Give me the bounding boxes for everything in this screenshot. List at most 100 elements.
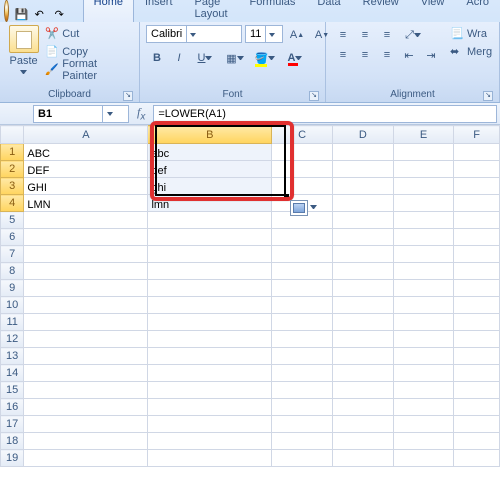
row-header-10[interactable]: 10 — [1, 297, 24, 314]
row-header-7[interactable]: 7 — [1, 246, 24, 263]
col-header-B[interactable]: B — [148, 126, 272, 144]
cell-A2[interactable]: DEF — [24, 161, 148, 178]
autofill-options-button[interactable] — [290, 200, 308, 216]
cell-E14[interactable] — [393, 365, 454, 382]
cell-B19[interactable] — [148, 450, 272, 467]
row-header-18[interactable]: 18 — [1, 433, 24, 450]
wrap-text-button[interactable]: 📃Wra — [450, 25, 492, 43]
align-left-button[interactable]: ≡ — [332, 45, 354, 65]
fx-icon[interactable]: fx — [131, 105, 151, 122]
cell-B3[interactable]: ghi — [148, 178, 272, 195]
cell-C7[interactable] — [272, 246, 333, 263]
cell-D5[interactable] — [332, 212, 393, 229]
align-right-button[interactable]: ≡ — [376, 45, 398, 65]
tab-view[interactable]: View — [410, 0, 456, 22]
cell-F1[interactable] — [454, 144, 500, 161]
cell-B2[interactable]: def — [148, 161, 272, 178]
cell-B8[interactable] — [148, 263, 272, 280]
col-header-C[interactable]: C — [272, 126, 333, 144]
cell-B15[interactable] — [148, 382, 272, 399]
orientation-button[interactable]: ⤢ — [398, 25, 428, 45]
cell-C10[interactable] — [272, 297, 333, 314]
cell-B17[interactable] — [148, 416, 272, 433]
cell-A13[interactable] — [24, 348, 148, 365]
cell-E9[interactable] — [393, 280, 454, 297]
merge-center-button[interactable]: ⬌Merg — [450, 43, 492, 61]
cell-F7[interactable] — [454, 246, 500, 263]
cell-F16[interactable] — [454, 399, 500, 416]
border-button[interactable]: ▦ — [220, 48, 250, 68]
cell-B12[interactable] — [148, 331, 272, 348]
cell-B13[interactable] — [148, 348, 272, 365]
cell-C1[interactable] — [272, 144, 333, 161]
cell-D13[interactable] — [332, 348, 393, 365]
cell-F4[interactable] — [454, 195, 500, 212]
cell-D12[interactable] — [332, 331, 393, 348]
tab-acro[interactable]: Acro — [455, 0, 500, 22]
cell-A14[interactable] — [24, 365, 148, 382]
cell-E1[interactable] — [393, 144, 454, 161]
align-center-button[interactable]: ≡ — [354, 45, 376, 65]
cell-A5[interactable] — [24, 212, 148, 229]
align-top-button[interactable]: ≡ — [332, 25, 354, 45]
cell-E6[interactable] — [393, 229, 454, 246]
row-header-9[interactable]: 9 — [1, 280, 24, 297]
row-header-19[interactable]: 19 — [1, 450, 24, 467]
cell-A7[interactable] — [24, 246, 148, 263]
cell-A1[interactable]: ABC — [24, 144, 148, 161]
cell-F9[interactable] — [454, 280, 500, 297]
cell-E5[interactable] — [393, 212, 454, 229]
grow-font-button[interactable]: A▲ — [286, 25, 308, 45]
cell-E12[interactable] — [393, 331, 454, 348]
tab-home[interactable]: Home — [83, 0, 134, 22]
format-painter-button[interactable]: 🖌️Format Painter — [45, 61, 133, 79]
cell-C3[interactable] — [272, 178, 333, 195]
cell-F13[interactable] — [454, 348, 500, 365]
row-header-8[interactable]: 8 — [1, 263, 24, 280]
cell-C15[interactable] — [272, 382, 333, 399]
cell-C11[interactable] — [272, 314, 333, 331]
cut-button[interactable]: ✂️Cut — [45, 25, 133, 43]
cell-E18[interactable] — [393, 433, 454, 450]
cell-A12[interactable] — [24, 331, 148, 348]
tab-data[interactable]: Data — [306, 0, 351, 22]
cell-D14[interactable] — [332, 365, 393, 382]
row-header-3[interactable]: 3 — [1, 178, 24, 195]
cell-D11[interactable] — [332, 314, 393, 331]
cell-A9[interactable] — [24, 280, 148, 297]
bold-button[interactable]: B — [146, 48, 168, 68]
font-name-combo[interactable]: Calibri — [146, 25, 242, 43]
dialog-launcher-icon[interactable]: ↘ — [309, 91, 319, 101]
cell-F17[interactable] — [454, 416, 500, 433]
col-header-A[interactable]: A — [24, 126, 148, 144]
cell-B9[interactable] — [148, 280, 272, 297]
office-button[interactable] — [4, 0, 9, 22]
cell-C6[interactable] — [272, 229, 333, 246]
cell-A6[interactable] — [24, 229, 148, 246]
cell-A17[interactable] — [24, 416, 148, 433]
cell-F3[interactable] — [454, 178, 500, 195]
row-header-4[interactable]: 4 — [1, 195, 24, 212]
cell-D9[interactable] — [332, 280, 393, 297]
cell-F15[interactable] — [454, 382, 500, 399]
cell-D3[interactable] — [332, 178, 393, 195]
cell-F11[interactable] — [454, 314, 500, 331]
select-all-button[interactable] — [1, 126, 24, 144]
cell-B4[interactable]: lmn — [148, 195, 272, 212]
cell-B18[interactable] — [148, 433, 272, 450]
cell-E19[interactable] — [393, 450, 454, 467]
cell-B10[interactable] — [148, 297, 272, 314]
chevron-down-icon[interactable] — [20, 69, 27, 76]
align-middle-button[interactable]: ≡ — [354, 25, 376, 45]
col-header-E[interactable]: E — [393, 126, 454, 144]
cell-D2[interactable] — [332, 161, 393, 178]
decrease-indent-button[interactable]: ⇤ — [398, 45, 420, 65]
cell-F5[interactable] — [454, 212, 500, 229]
row-header-11[interactable]: 11 — [1, 314, 24, 331]
cell-E4[interactable] — [393, 195, 454, 212]
cell-C12[interactable] — [272, 331, 333, 348]
cell-C9[interactable] — [272, 280, 333, 297]
cell-F10[interactable] — [454, 297, 500, 314]
redo-icon[interactable]: ↷ — [55, 8, 69, 22]
cell-D16[interactable] — [332, 399, 393, 416]
